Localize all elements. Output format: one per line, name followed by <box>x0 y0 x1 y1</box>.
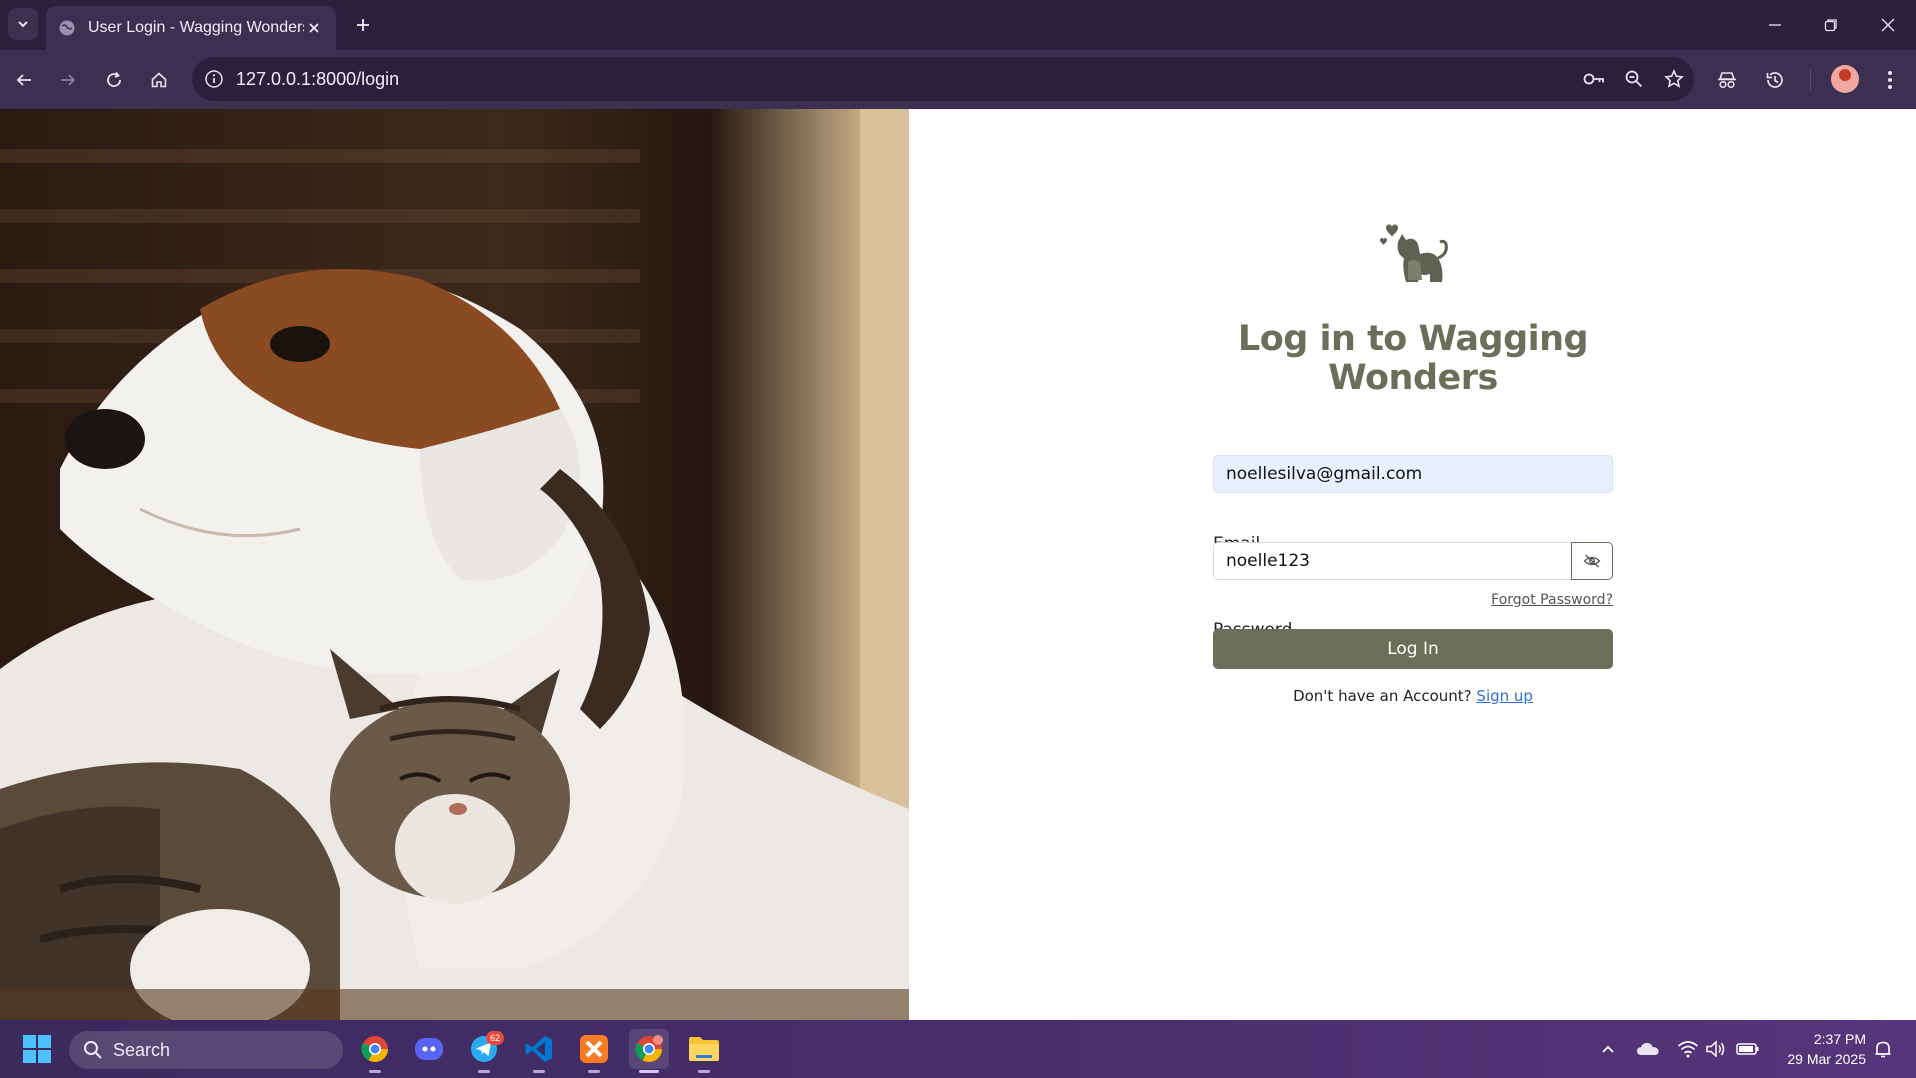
taskbar-xampp[interactable] <box>574 1029 614 1073</box>
browser-toolbar: 127.0.0.1:8000/login <box>0 50 1916 109</box>
folder-icon <box>689 1037 719 1061</box>
home-button[interactable] <box>143 64 175 96</box>
browser-tabbar: User Login - Wagging Wonders <box>0 0 1916 50</box>
system-clock[interactable]: 2:37 PM 29 Mar 2025 <box>1770 1029 1866 1069</box>
signup-prompt-text: Don't have an Account? <box>1293 687 1472 705</box>
login-button[interactable]: Log In <box>1213 629 1613 669</box>
volume-icon[interactable] <box>1703 1036 1729 1062</box>
tab-search-button[interactable] <box>8 8 38 40</box>
reload-icon <box>107 71 121 87</box>
taskbar-file-explorer[interactable] <box>684 1029 724 1073</box>
arrow-left-icon <box>16 74 31 86</box>
restore-button[interactable] <box>1803 0 1859 50</box>
chevron-down-icon <box>18 21 28 28</box>
running-indicator <box>639 1070 659 1073</box>
bookmark-star-icon[interactable] <box>1654 59 1694 99</box>
start-button[interactable] <box>17 1029 57 1069</box>
notifications-icon[interactable] <box>1870 1036 1896 1062</box>
taskbar-telegram[interactable]: 62 <box>464 1029 504 1073</box>
taskbar-discord[interactable] <box>409 1029 449 1069</box>
battery-icon[interactable] <box>1735 1036 1761 1062</box>
reload-button[interactable] <box>98 64 130 96</box>
running-indicator <box>588 1070 600 1073</box>
taskbar-search[interactable]: Search <box>69 1031 343 1069</box>
history-icon[interactable] <box>1759 64 1791 96</box>
globe-icon <box>58 19 76 37</box>
chevron-up-icon <box>1602 1045 1614 1053</box>
show-hidden-icons-button[interactable] <box>1595 1036 1621 1062</box>
notification-badge: 62 <box>486 1031 504 1045</box>
arrow-right-icon <box>61 74 76 86</box>
site-info-icon[interactable] <box>192 57 236 101</box>
running-indicator <box>698 1070 710 1073</box>
close-icon <box>1881 18 1895 32</box>
minimize-button[interactable] <box>1747 0 1803 50</box>
running-indicator <box>369 1070 381 1073</box>
toggle-password-button[interactable] <box>1571 542 1613 580</box>
wifi-icon[interactable] <box>1675 1036 1701 1062</box>
search-icon <box>83 1040 103 1060</box>
signup-link[interactable]: Sign up <box>1476 687 1533 705</box>
home-icon <box>151 72 167 88</box>
plus-icon <box>357 19 369 31</box>
profile-avatar[interactable] <box>1831 65 1859 93</box>
taskbar-vscode[interactable] <box>519 1029 559 1073</box>
chrome-icon <box>635 1035 663 1063</box>
taskbar-chrome-profile[interactable] <box>355 1029 395 1073</box>
password-field[interactable]: noelle123 <box>1213 542 1572 580</box>
windows-taskbar: Search 62 2:37 PM 29 Mar 2025 <box>0 1020 1916 1078</box>
clock-time: 2:37 PM <box>1813 1031 1866 1047</box>
email-field[interactable]: noellesilva@gmail.com <box>1213 455 1613 493</box>
incognito-icon[interactable] <box>1711 64 1743 96</box>
running-indicator <box>478 1070 490 1073</box>
xampp-icon <box>580 1035 608 1063</box>
clock-date: 29 Mar 2025 <box>1787 1051 1866 1067</box>
eye-slash-icon <box>1583 554 1601 568</box>
password-key-icon[interactable] <box>1574 59 1614 99</box>
signup-prompt: Don't have an Account? Sign up <box>1213 687 1613 705</box>
url-text[interactable]: 127.0.0.1:8000/login <box>236 69 1574 90</box>
toolbar-divider <box>1810 70 1811 90</box>
vscode-icon <box>525 1036 552 1062</box>
discord-icon <box>415 1038 443 1060</box>
minimize-icon <box>1769 24 1781 26</box>
page-viewport <box>0 109 1916 1020</box>
running-indicator <box>533 1070 545 1073</box>
address-bar[interactable]: 127.0.0.1:8000/login <box>192 57 1694 101</box>
browser-tab-active[interactable]: User Login - Wagging Wonders <box>46 6 336 50</box>
search-placeholder: Search <box>113 1039 171 1060</box>
tab-title: User Login - Wagging Wonders <box>88 19 304 36</box>
onedrive-icon[interactable] <box>1635 1036 1661 1062</box>
new-tab-button[interactable] <box>350 12 376 38</box>
back-button[interactable] <box>8 64 40 96</box>
restore-icon <box>1824 19 1837 32</box>
forgot-password-link[interactable]: Forgot Password? <box>1470 592 1613 608</box>
chrome-icon <box>361 1036 389 1063</box>
dog-and-cat-photo <box>0 109 909 1020</box>
forward-button[interactable] <box>52 64 84 96</box>
more-menu-icon[interactable] <box>1874 64 1906 96</box>
taskbar-chrome-active[interactable] <box>629 1029 669 1073</box>
close-tab-icon[interactable] <box>304 18 324 38</box>
zoom-icon[interactable] <box>1614 59 1654 99</box>
page-title: Log in to Wagging Wonders <box>1237 319 1589 398</box>
pet-logo-icon <box>1372 218 1452 290</box>
close-window-button[interactable] <box>1860 0 1916 50</box>
windows-logo-icon <box>23 1035 51 1063</box>
